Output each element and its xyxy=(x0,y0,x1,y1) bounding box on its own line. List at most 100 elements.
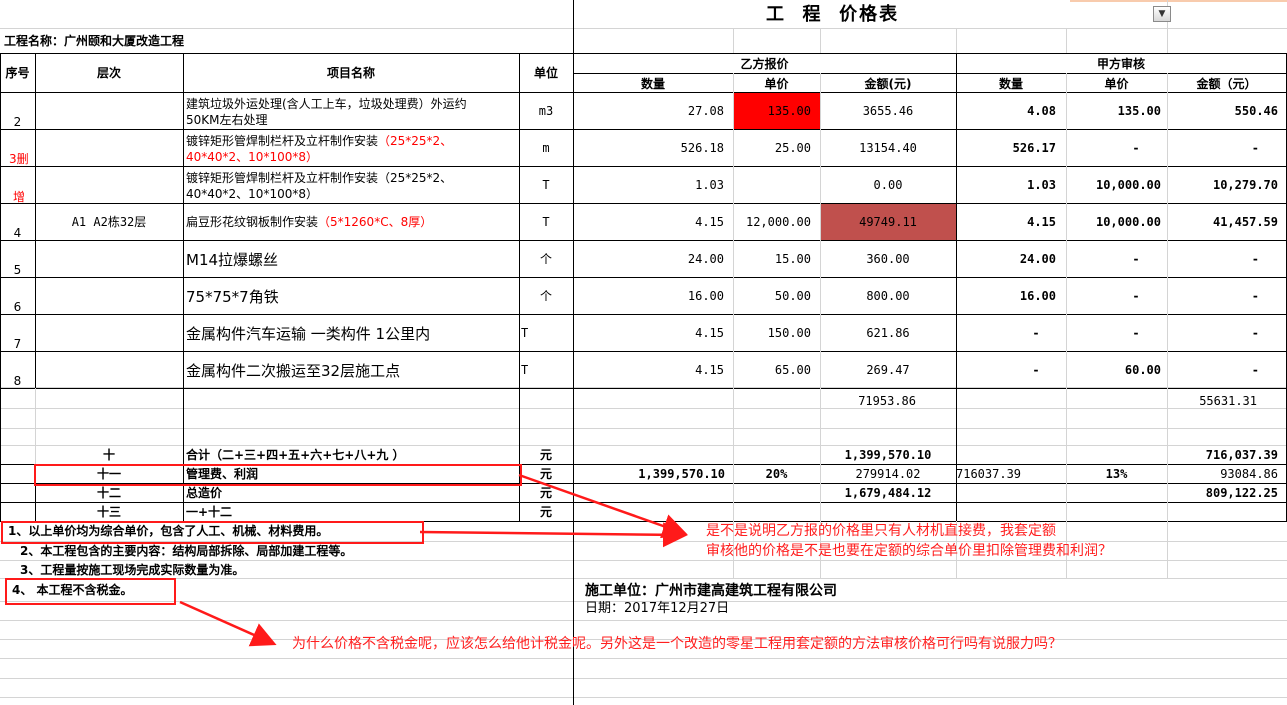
row-b-price: 12,000.00 xyxy=(745,215,811,229)
summary-name: 合计（二+三+四+五+六+七+八+九 ） xyxy=(186,448,405,462)
date: 日期：2017年12月27日 xyxy=(585,601,730,616)
row-unit: m xyxy=(542,141,550,155)
summary-a-price: 13% xyxy=(1105,467,1128,481)
row-item-name: 金属构件二次搬运至32层施工点 xyxy=(186,362,401,380)
row-b-amount: 0.00 xyxy=(873,178,903,192)
row-b-amount: 13154.40 xyxy=(859,141,917,155)
row-a-amount: - xyxy=(1251,141,1259,155)
row-b-price: 15.00 xyxy=(774,252,811,266)
header-floor: 层次 xyxy=(96,66,121,80)
row-a-price: 60.00 xyxy=(1124,363,1161,377)
row-b-price: 135.00 xyxy=(767,104,811,118)
chevron-down-icon: ▼ xyxy=(1158,9,1166,19)
row-a-amount: 41,457.59 xyxy=(1212,215,1278,229)
row-b-amount: 800.00 xyxy=(866,289,910,303)
row-no: 5 xyxy=(13,263,22,277)
row-b-amount: 3655.46 xyxy=(862,104,914,118)
row-no: 8 xyxy=(13,374,22,388)
row-a-amount: - xyxy=(1251,252,1259,266)
row3-no-top: 3删 xyxy=(9,152,29,166)
summary-b-qty: 1,399,570.10 xyxy=(638,467,725,481)
header-unit: 单位 xyxy=(533,66,558,80)
subtotal-a-amount: 55631.31 xyxy=(1199,394,1257,408)
row-a-amount: - xyxy=(1251,326,1259,340)
annotation-question-1: 是不是说明乙方报的价格里只有人材机直接费，我套定额 xyxy=(706,523,1056,539)
row-b-amount: 621.86 xyxy=(866,326,910,340)
row-unit: T xyxy=(542,215,550,229)
row-item-name: M14拉爆螺丝 xyxy=(186,251,279,269)
row3-no-bottom: 增 xyxy=(13,190,26,204)
row-unit: 个 xyxy=(539,252,552,266)
note-3: 3、工程量按施工现场完成实际数量为准。 xyxy=(20,563,245,577)
summary-a-qty: 716037.39 xyxy=(956,467,1022,481)
row-b-qty: 24.00 xyxy=(687,252,724,266)
row-a-qty: 1.03 xyxy=(1027,178,1056,192)
summary-unit: 元 xyxy=(539,486,552,500)
summary-b-amount: 1,399,570.10 xyxy=(844,448,932,462)
note-2: 2、本工程包含的主要内容：结构局部拆除、局部加建工程等。 xyxy=(20,544,353,558)
filter-dropdown-button[interactable]: ▼ xyxy=(1153,6,1171,22)
header-party-a: 甲方审核 xyxy=(1096,57,1145,71)
row-b-qty: 4.15 xyxy=(695,215,724,229)
summary-b-price: 20% xyxy=(765,467,788,481)
header-item: 项目名称 xyxy=(326,66,375,80)
row-b-qty: 526.18 xyxy=(680,141,724,155)
row-unit: T xyxy=(542,178,550,192)
contractor: 施工单位：广州市建高建筑工程有限公司 xyxy=(585,583,837,599)
summary-a-amount: 93084.86 xyxy=(1220,467,1278,481)
row-unit: m3 xyxy=(538,104,554,118)
row-b-price: 65.00 xyxy=(774,363,811,377)
row-no: 4 xyxy=(13,226,22,240)
subtotal-b-amount: 71953.86 xyxy=(858,394,916,408)
header-b-qty: 数量 xyxy=(640,77,665,91)
row-a-amount: - xyxy=(1251,363,1259,377)
annotation-box-note-4 xyxy=(5,578,176,605)
row-a-qty: 4.08 xyxy=(1027,104,1056,118)
summary-name: 一+十二 xyxy=(186,505,233,519)
summary-unit: 元 xyxy=(539,448,552,462)
summary-code: 十三 xyxy=(96,505,121,519)
row-b-price: 50.00 xyxy=(774,289,811,303)
row-unit: 个 xyxy=(539,289,552,303)
annotation-question-2: 审核他的价格是不是也要在定额的综合单价里扣除管理费和利润？ xyxy=(706,543,1112,559)
row-no: 6 xyxy=(13,300,22,314)
header-a-qty: 数量 xyxy=(998,77,1023,91)
row-unit: T xyxy=(521,363,529,377)
header-b-amount: 金额(元) xyxy=(864,77,912,91)
row-b-qty: 4.15 xyxy=(695,326,724,340)
row-no: 2 xyxy=(13,115,22,129)
header-no: 序号 xyxy=(5,66,30,80)
sheet-title: 工 程 价格表 xyxy=(766,4,900,25)
row-b-qty: 4.15 xyxy=(695,363,724,377)
row-a-qty: 526.17 xyxy=(1012,141,1056,155)
header-b-price: 单价 xyxy=(764,77,789,91)
row-a-amount: 550.46 xyxy=(1234,104,1278,118)
row-b-amount: 49749.11 xyxy=(859,215,917,229)
row-a-price: 10,000.00 xyxy=(1095,178,1161,192)
summary-code: 十 xyxy=(102,448,115,462)
row-a-amount: - xyxy=(1251,289,1259,303)
summary-a-amount: 716,037.39 xyxy=(1205,448,1278,462)
row-item-name: 建筑垃圾外运处理(含人工上车，垃圾处理费）外运约 50KM左右处理 xyxy=(186,97,467,127)
row-item-name: 扁豆形花纹钢板制作安装（5*1260*C、8厚） xyxy=(186,215,433,229)
row-item-name: 镀锌矩形管焊制栏杆及立杆制作安装（25*25*2、 40*40*2、10*100*… xyxy=(186,134,453,164)
row-a-amount: 10,279.70 xyxy=(1212,178,1278,192)
row-b-qty: 1.03 xyxy=(695,178,724,192)
header-party-b: 乙方报价 xyxy=(740,57,789,71)
row-a-qty: 24.00 xyxy=(1019,252,1056,266)
annotation-question-3: 为什么价格不含税金呢，应该怎么给他计税金呢。另外这是一个改造的零星工程用套定额的… xyxy=(292,636,1062,652)
summary-a-amount: 809,122.25 xyxy=(1205,486,1278,500)
row-item-name: 75*75*7角铁 xyxy=(186,288,279,306)
row-b-qty: 16.00 xyxy=(687,289,724,303)
header-a-price: 单价 xyxy=(1104,77,1129,91)
row-item-name: 金属构件汽车运输 一类构件 1公里内 xyxy=(186,325,431,343)
summary-unit: 元 xyxy=(539,467,552,481)
summary-code: 十二 xyxy=(96,486,121,500)
header-a-amount: 金额（元） xyxy=(1196,77,1257,91)
row-b-price: 25.00 xyxy=(774,141,811,155)
summary-b-amount: 279914.02 xyxy=(855,467,921,481)
row-b-amount: 269.47 xyxy=(866,363,910,377)
row-a-qty: 4.15 xyxy=(1027,215,1056,229)
row-b-amount: 360.00 xyxy=(866,252,910,266)
row-item-name: 镀锌矩形管焊制栏杆及立杆制作安装（25*25*2、 40*40*2、10*100*… xyxy=(186,171,453,201)
